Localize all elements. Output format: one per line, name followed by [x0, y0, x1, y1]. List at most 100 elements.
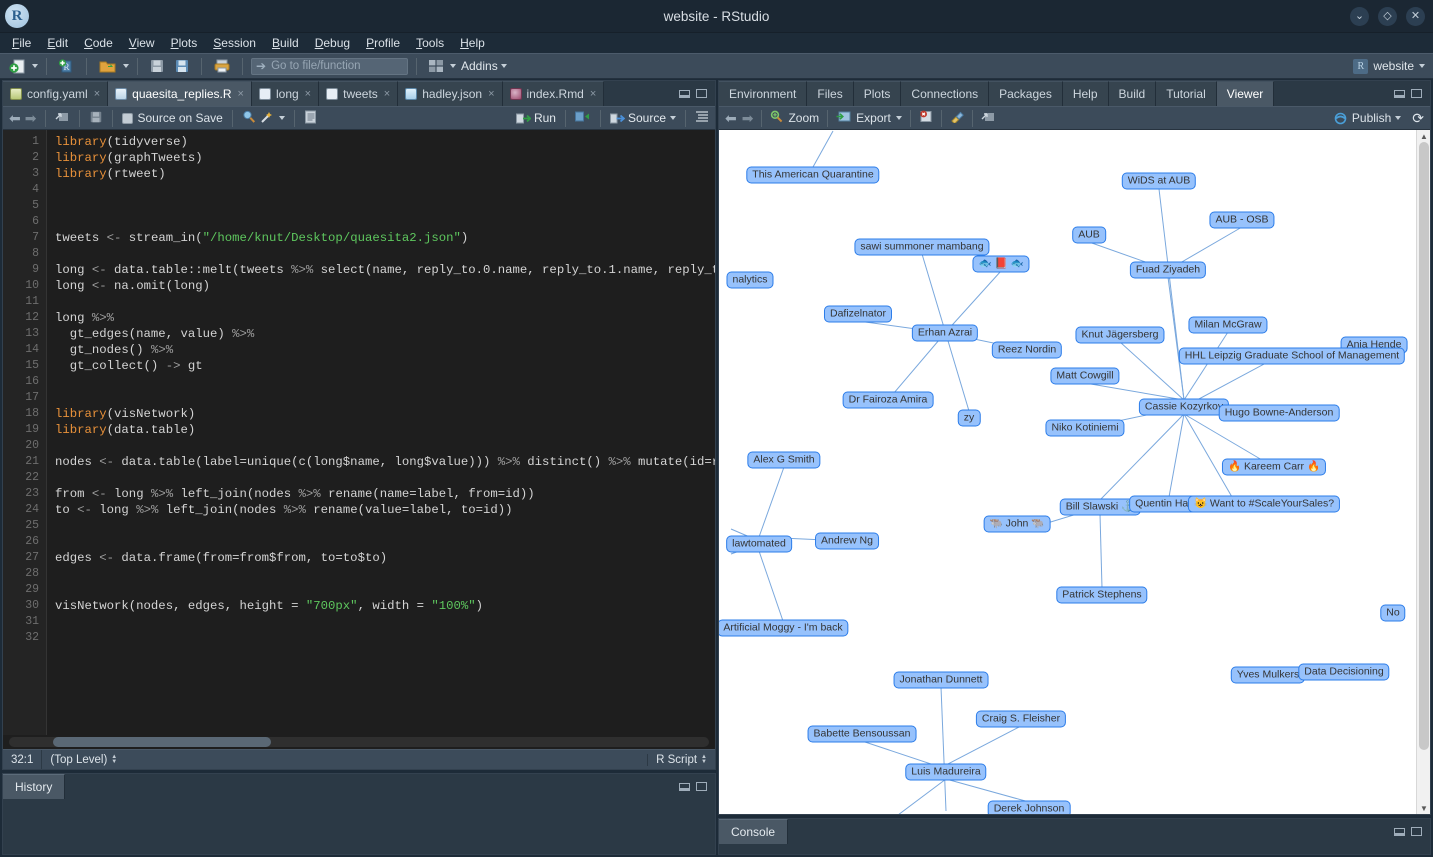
export-icon[interactable] [836, 110, 851, 126]
minimize-pane-button[interactable] [1394, 89, 1405, 98]
compile-report-icon[interactable] [304, 110, 317, 127]
minimize-pane-button[interactable] [679, 782, 690, 791]
graph-node[interactable]: nalytics [726, 271, 774, 289]
graph-node[interactable]: AUB - OSB [1209, 211, 1275, 229]
show-in-new-window-icon[interactable] [55, 110, 70, 126]
tab-help[interactable]: Help [1062, 81, 1109, 106]
menu-debug[interactable]: Debug [307, 34, 358, 52]
graph-node[interactable]: Data Decisioning [1298, 663, 1390, 681]
graph-node[interactable]: Niko Kotiniemi [1045, 419, 1125, 437]
save-icon[interactable] [89, 110, 103, 127]
tab-connections[interactable]: Connections [901, 81, 990, 106]
scroll-down-icon[interactable]: ▼ [1417, 802, 1430, 814]
back-arrow-icon[interactable]: ⬅ [9, 110, 21, 127]
open-folder-dropdown-icon[interactable] [123, 64, 129, 68]
graph-node[interactable]: Knut Jägersberg [1075, 326, 1165, 344]
close-tab-icon[interactable]: × [94, 88, 100, 100]
remove-plot-icon[interactable] [919, 110, 933, 126]
scroll-up-icon[interactable]: ▲ [1417, 130, 1430, 142]
maximize-pane-button[interactable] [1411, 827, 1422, 836]
graph-node[interactable]: Jonathan Dunnett [893, 671, 989, 689]
graph-node[interactable]: Milan McGraw [1188, 316, 1268, 334]
scrollbar-track[interactable] [9, 737, 709, 747]
clear-all-icon[interactable] [950, 110, 964, 126]
minimize-pane-button[interactable] [1394, 827, 1405, 836]
menu-code[interactable]: Code [76, 34, 121, 52]
tab-packages[interactable]: Packages [989, 81, 1063, 106]
menu-view[interactable]: View [121, 34, 163, 52]
code-editor[interactable]: 1 2 3 4 5 6 7 8 9 10 11 12 13 14 15 16 17 18 19 20 21 22 23 24 2… [3, 130, 715, 735]
graph-node[interactable]: AUB [1072, 226, 1106, 244]
graph-node[interactable]: 🔥 Kareem Carr 🔥 [1221, 458, 1327, 476]
graph-node[interactable]: Artificial Moggy - I'm back [719, 619, 849, 637]
graph-node[interactable]: No [1380, 604, 1406, 622]
source-tab-hadley-json[interactable]: hadley.json × [398, 81, 503, 106]
editor-horizontal-scrollbar[interactable] [3, 735, 715, 749]
re-run-icon[interactable] [574, 110, 591, 126]
show-in-new-window-icon[interactable] [981, 110, 996, 126]
graph-node[interactable]: Cassie Kozyrkov [1138, 398, 1230, 416]
goto-file-function-input[interactable]: ➔ Go to file/function [251, 57, 408, 75]
close-tab-icon[interactable]: × [384, 88, 390, 100]
scrollbar-thumb[interactable] [1419, 142, 1429, 750]
graph-node[interactable]: lawtomated [726, 535, 792, 553]
export-label[interactable]: Export [856, 111, 891, 125]
source-tab-long[interactable]: long × [251, 81, 320, 106]
zoom-icon[interactable] [770, 110, 783, 126]
new-file-button[interactable] [6, 57, 29, 76]
document-outline-icon[interactable] [695, 110, 709, 126]
maximize-pane-button[interactable] [696, 89, 707, 98]
tab-viewer[interactable]: Viewer [1216, 81, 1275, 106]
code-scope-selector[interactable]: (Top Level) ▲ ▼ [42, 753, 649, 766]
code-tools-icon[interactable] [260, 110, 275, 127]
minimize-pane-button[interactable] [679, 89, 690, 98]
menu-tools[interactable]: Tools [408, 34, 452, 52]
graph-node[interactable]: sawi summoner mambang [854, 238, 990, 256]
graph-node[interactable]: Dafizelnator [823, 305, 893, 323]
graph-node[interactable]: Fuad Ziyadeh [1129, 261, 1207, 279]
zoom-label[interactable]: Zoom [788, 111, 819, 125]
project-indicator[interactable]: R website [1353, 58, 1427, 74]
graph-node[interactable]: 😺 Want to #ScaleYourSales? [1187, 495, 1341, 513]
source-button[interactable]: Source [609, 111, 666, 125]
graph-node[interactable]: Patrick Stephens [1056, 586, 1148, 604]
graph-node[interactable]: 🐃 John 🐃 [983, 515, 1051, 533]
graph-node[interactable]: Reez Nordin [991, 341, 1063, 359]
tab-history[interactable]: History [3, 774, 66, 799]
save-button[interactable] [146, 57, 168, 75]
graph-node[interactable]: Luis Madureira [905, 763, 987, 781]
graph-node[interactable]: WiDS at AUB [1121, 172, 1197, 190]
maximize-pane-button[interactable] [696, 782, 707, 791]
graph-node[interactable]: Dr Fairoza Amira [842, 391, 934, 409]
close-tab-icon[interactable]: × [488, 88, 494, 100]
tab-plots[interactable]: Plots [853, 81, 902, 106]
source-tab-tweets[interactable]: tweets × [319, 81, 399, 106]
publish-button[interactable]: Publish [1333, 111, 1405, 125]
graph-node[interactable]: 🐟 📕 🐟 [972, 255, 1030, 273]
maximize-icon[interactable]: ◇ [1378, 6, 1397, 26]
forward-arrow-icon[interactable]: ➡ [25, 110, 37, 127]
save-all-button[interactable] [171, 57, 193, 75]
addins-dropdown-icon[interactable] [500, 64, 507, 68]
file-type-selector[interactable]: R Script ▲ ▼ [648, 754, 715, 766]
menu-build[interactable]: Build [264, 34, 307, 52]
source-tab-index-rmd[interactable]: index.Rmd × [502, 81, 605, 106]
graph-node[interactable]: Derek Johnson [987, 800, 1071, 814]
print-button[interactable] [210, 57, 234, 75]
menu-session[interactable]: Session [205, 34, 264, 52]
find-icon[interactable] [242, 110, 256, 127]
viewer-canvas[interactable]: This American Quarantine WiDS at AUB AUB -… [719, 130, 1430, 814]
open-folder-button[interactable] [95, 57, 120, 76]
close-icon[interactable]: ✕ [1406, 6, 1425, 26]
file-type-dropdown-icon[interactable]: ▲ ▼ [701, 754, 707, 765]
menu-profile[interactable]: Profile [358, 34, 408, 52]
pane-layout-button[interactable] [425, 58, 447, 74]
tab-build[interactable]: Build [1108, 81, 1157, 106]
graph-node[interactable]: HHL Leipzig Graduate School of Managemen… [1178, 347, 1406, 365]
menu-edit[interactable]: Edit [39, 34, 76, 52]
scope-dropdown-icon[interactable]: ▲ ▼ [111, 754, 117, 765]
source-dropdown-icon[interactable] [670, 116, 676, 120]
graph-node[interactable]: This American Quarantine [746, 166, 880, 184]
menu-file[interactable]: File [4, 34, 39, 52]
project-dropdown-icon[interactable] [1419, 64, 1425, 68]
